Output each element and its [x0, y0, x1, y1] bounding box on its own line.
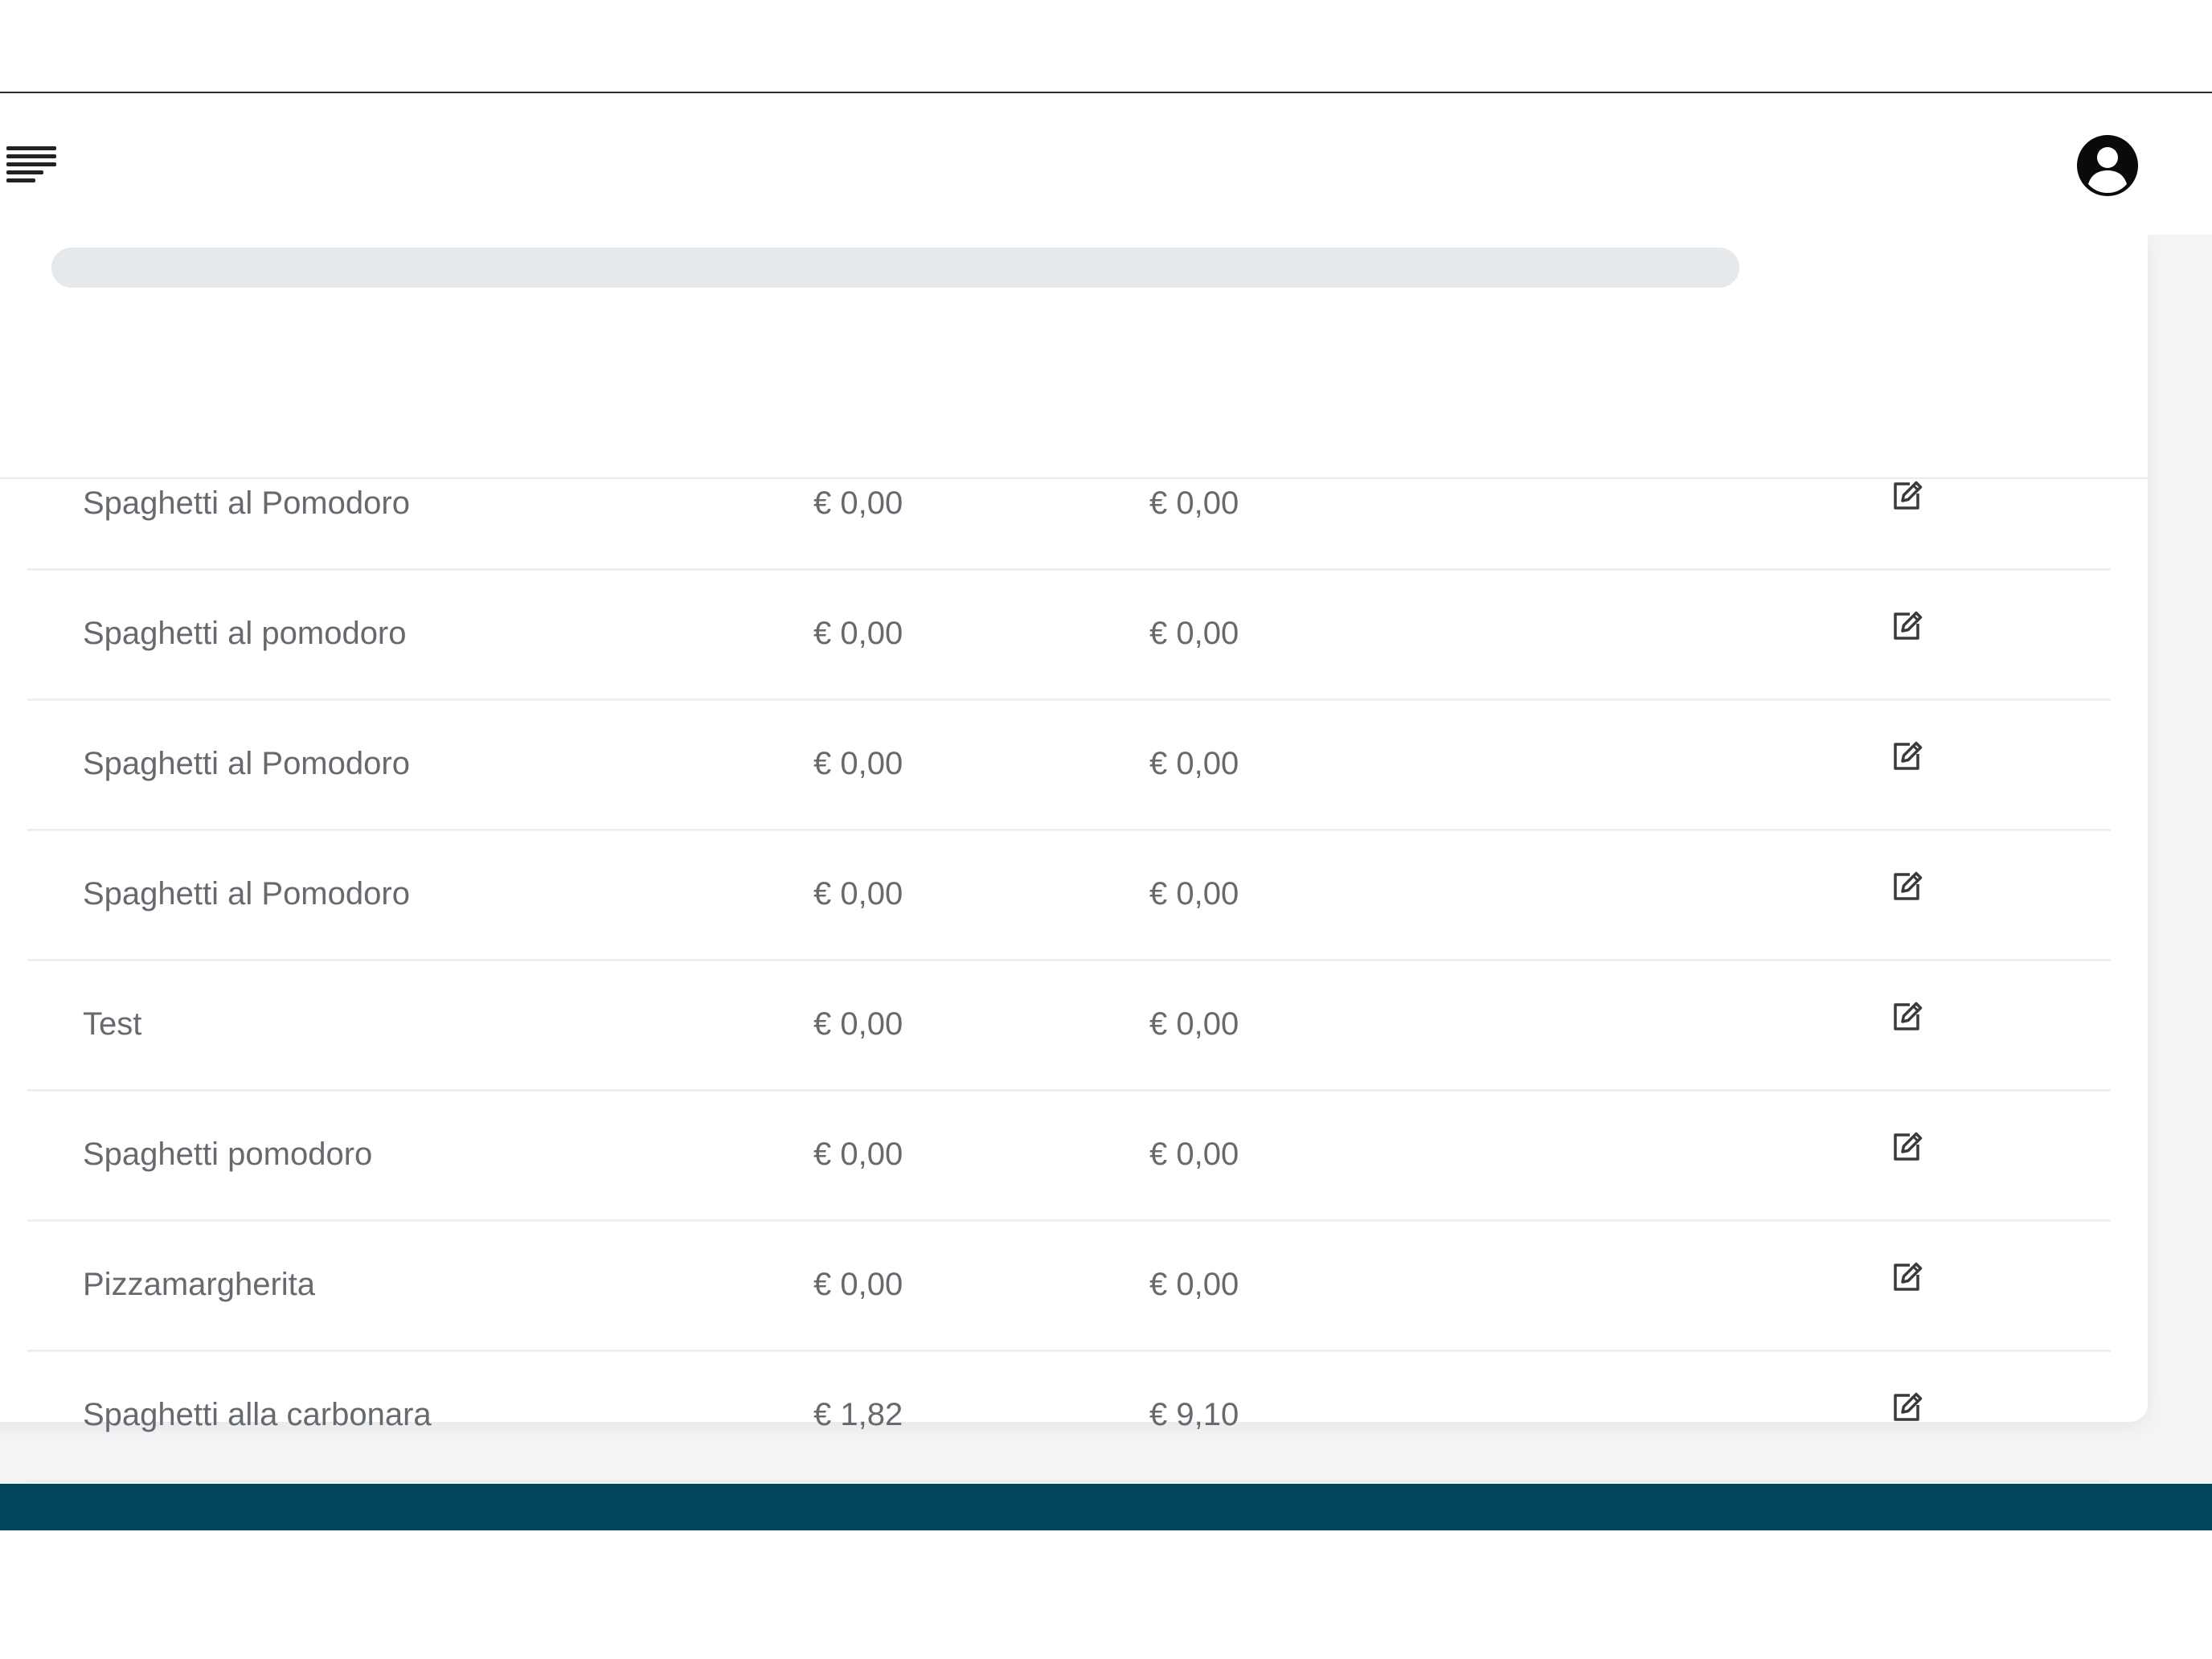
hamburger-menu-icon[interactable] [6, 146, 56, 183]
user-circle-icon[interactable] [2075, 133, 2140, 198]
loading-placeholder-bar [51, 248, 1739, 288]
product-price-2: € 0,00 [1149, 876, 1239, 911]
product-name: Pizzamargherita [83, 1267, 316, 1302]
product-price-1: € 0,00 [813, 1006, 903, 1042]
product-price-2: € 0,00 [1149, 616, 1239, 651]
top-blank-area [0, 0, 2212, 93]
product-price-2: € 0,00 [1149, 1267, 1239, 1302]
table-row: Test € 0,00 € 0,00 [27, 961, 2111, 1092]
product-name: Spaghetti al pomodoro [83, 616, 407, 651]
product-price-2: € 0,00 [1149, 1137, 1239, 1172]
table-row: Spaghetti pomodoro € 0,00 € 0,00 [27, 1092, 2111, 1222]
edit-icon[interactable] [1890, 1130, 1924, 1164]
product-price-1: € 1,82 [813, 1397, 903, 1432]
app-window: Spaghetti al Pomodoro € 0,00 € 0,00 Spag… [0, 93, 2212, 1530]
product-price-1: € 0,00 [813, 616, 903, 651]
edit-icon[interactable] [1890, 1391, 1924, 1424]
table-row: Spaghetti al Pomodoro € 0,00 € 0,00 [27, 479, 2111, 571]
product-name: Spaghetti al Pomodoro [83, 485, 410, 521]
product-name: Spaghetti al Pomodoro [83, 746, 410, 781]
product-price-2: € 0,00 [1149, 746, 1239, 781]
product-price-1: € 0,00 [813, 746, 903, 781]
edit-icon[interactable] [1890, 609, 1924, 643]
edit-icon[interactable] [1890, 739, 1924, 773]
product-price-1: € 0,00 [813, 876, 903, 911]
product-price-2: € 0,00 [1149, 1006, 1239, 1042]
product-price-1: € 0,00 [813, 1137, 903, 1172]
edit-icon[interactable] [1890, 1000, 1924, 1034]
table-row: Spaghetti al Pomodoro € 0,00 € 0,00 [27, 831, 2111, 961]
products-card: Spaghetti al Pomodoro € 0,00 € 0,00 Spag… [0, 235, 2148, 1482]
product-price-1: € 0,00 [813, 1267, 903, 1302]
table-row: Pizzamargherita € 0,00 € 0,00 [27, 1222, 2111, 1352]
footer-bar [0, 1484, 2212, 1530]
product-name: Spaghetti alla carbonara [83, 1397, 432, 1432]
product-price-1: € 0,00 [813, 485, 903, 521]
table-row: Spaghetti al pomodoro € 0,00 € 0,00 [27, 571, 2111, 701]
table-row: Spaghetti alla carbonara € 1,82 € 9,10 [27, 1352, 2111, 1482]
product-name: Test [83, 1006, 142, 1042]
table-row: Spaghetti al Pomodoro € 0,00 € 0,00 [27, 701, 2111, 831]
top-header [0, 93, 2212, 235]
product-price-2: € 0,00 [1149, 485, 1239, 521]
product-name: Spaghetti pomodoro [83, 1137, 373, 1172]
product-name: Spaghetti al Pomodoro [83, 876, 410, 911]
edit-icon[interactable] [1890, 1260, 1924, 1294]
edit-icon[interactable] [1890, 870, 1924, 903]
products-table: Spaghetti al Pomodoro € 0,00 € 0,00 Spag… [27, 479, 2111, 1482]
product-price-2: € 9,10 [1149, 1397, 1239, 1432]
edit-icon[interactable] [1890, 479, 1924, 513]
